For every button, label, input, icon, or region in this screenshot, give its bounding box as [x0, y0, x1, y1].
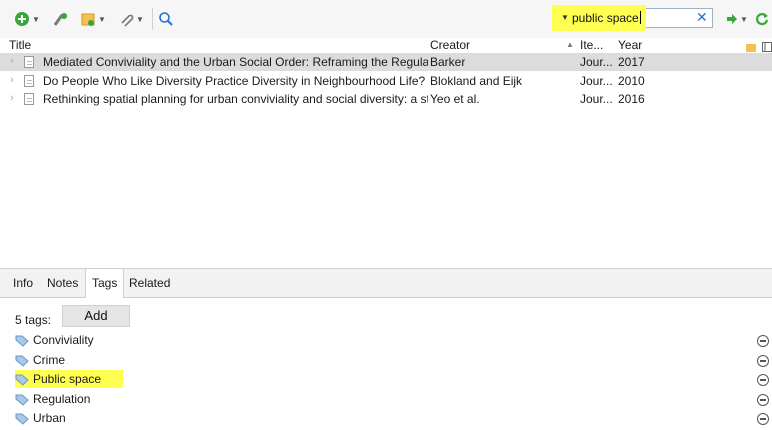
new-item-icon: [15, 12, 29, 26]
new-note-button[interactable]: ▼: [80, 8, 106, 30]
journal-article-icon: [24, 75, 34, 87]
sync-icon: [755, 13, 769, 26]
tag-count: 5 tags:: [15, 313, 52, 327]
remove-tag-icon[interactable]: [757, 413, 769, 425]
item-title: Mediated Conviviality and the Urban Soci…: [43, 55, 428, 69]
clear-search-icon[interactable]: ✕: [696, 9, 708, 26]
search-mode-dropdown-icon[interactable]: ▼: [561, 13, 569, 22]
locate-button[interactable]: ▼: [726, 8, 748, 30]
table-row[interactable]: › Mediated Conviviality and the Urban So…: [0, 53, 772, 71]
sync-button[interactable]: [755, 8, 769, 30]
item-year: 2017: [618, 55, 645, 69]
item-creator: Barker: [430, 55, 466, 69]
chevron-down-icon: ▼: [98, 14, 106, 24]
search-input[interactable]: public space: [572, 11, 641, 25]
tab-tags[interactable]: Tags: [85, 269, 125, 298]
tab-info[interactable]: Info: [7, 269, 39, 297]
item-type: Jour...: [580, 92, 613, 106]
remove-tag-icon[interactable]: [757, 355, 769, 367]
tag-icon: [15, 355, 29, 367]
item-year: 2016: [618, 92, 645, 106]
expand-chevron-icon[interactable]: ›: [10, 55, 14, 67]
attach-button[interactable]: ▼: [118, 8, 144, 30]
toolbar-separator: [152, 8, 153, 30]
locate-icon: [727, 14, 737, 24]
magnifier-icon: [159, 12, 173, 26]
tab-notes[interactable]: Notes: [41, 269, 84, 297]
item-type: Jour...: [580, 74, 613, 88]
expand-chevron-icon[interactable]: ›: [10, 92, 14, 104]
tag-label[interactable]: Urban: [33, 411, 66, 425]
items-column-header: Title Creator ▲ Ite... Year: [0, 38, 772, 54]
new-item-button[interactable]: ▼: [14, 8, 40, 30]
item-year: 2010: [618, 74, 645, 88]
item-pane-tabs: Info Notes Tags Related: [0, 269, 772, 298]
tag-row[interactable]: Crime: [15, 352, 769, 370]
chevron-down-icon: ▼: [740, 14, 748, 24]
table-row[interactable]: › Rethinking spatial planning for urban …: [0, 90, 772, 108]
tag-row[interactable]: Urban: [15, 410, 769, 428]
item-type: Jour...: [580, 55, 613, 69]
add-tag-button[interactable]: Add: [62, 305, 130, 327]
toolbar: ▼ ▼ ▼ ▼ public space ✕ ▼: [0, 0, 772, 38]
add-by-identifier-button[interactable]: [52, 8, 70, 30]
expand-chevron-icon[interactable]: ›: [10, 74, 14, 86]
tag-row[interactable]: Regulation: [15, 391, 769, 409]
tag-label[interactable]: Crime: [33, 353, 65, 367]
tag-label[interactable]: Conviviality: [33, 333, 94, 347]
column-creator[interactable]: Creator: [430, 38, 470, 52]
column-item-type[interactable]: Ite...: [580, 38, 603, 52]
tab-related[interactable]: Related: [123, 269, 176, 297]
tag-label[interactable]: Regulation: [33, 392, 90, 406]
tag-label[interactable]: Public space: [33, 372, 101, 386]
chevron-down-icon: ▼: [136, 14, 144, 24]
tag-icon: [15, 374, 29, 386]
new-note-icon: [81, 13, 95, 26]
chevron-down-icon: ▼: [32, 14, 40, 24]
item-creator: Blokland and Eijk: [430, 74, 523, 88]
add-by-identifier-icon: [53, 13, 67, 26]
journal-article-icon: [24, 56, 34, 68]
tag-row[interactable]: Public space: [15, 370, 769, 389]
column-year[interactable]: Year: [618, 38, 642, 52]
tag-icon: [15, 335, 29, 347]
item-title: Do People Who Like Diversity Practice Di…: [43, 74, 428, 88]
attach-icon: [121, 14, 134, 27]
tag-icon: [15, 394, 29, 406]
sort-ascending-icon: ▲: [566, 40, 574, 49]
table-row[interactable]: › Do People Who Like Diversity Practice …: [0, 72, 772, 90]
item-creator: Yeo et al.: [430, 92, 480, 106]
tag-icon: [15, 413, 29, 425]
remove-tag-icon[interactable]: [757, 335, 769, 347]
remove-tag-icon[interactable]: [757, 374, 769, 386]
remove-tag-icon[interactable]: [757, 394, 769, 406]
item-title: Rethinking spatial planning for urban co…: [43, 92, 428, 106]
tag-row[interactable]: Conviviality: [15, 332, 769, 350]
column-title[interactable]: Title: [9, 38, 31, 52]
search-field[interactable]: ▼ public space ✕: [552, 5, 713, 31]
journal-article-icon: [24, 93, 34, 105]
advanced-search-button[interactable]: [158, 8, 174, 30]
